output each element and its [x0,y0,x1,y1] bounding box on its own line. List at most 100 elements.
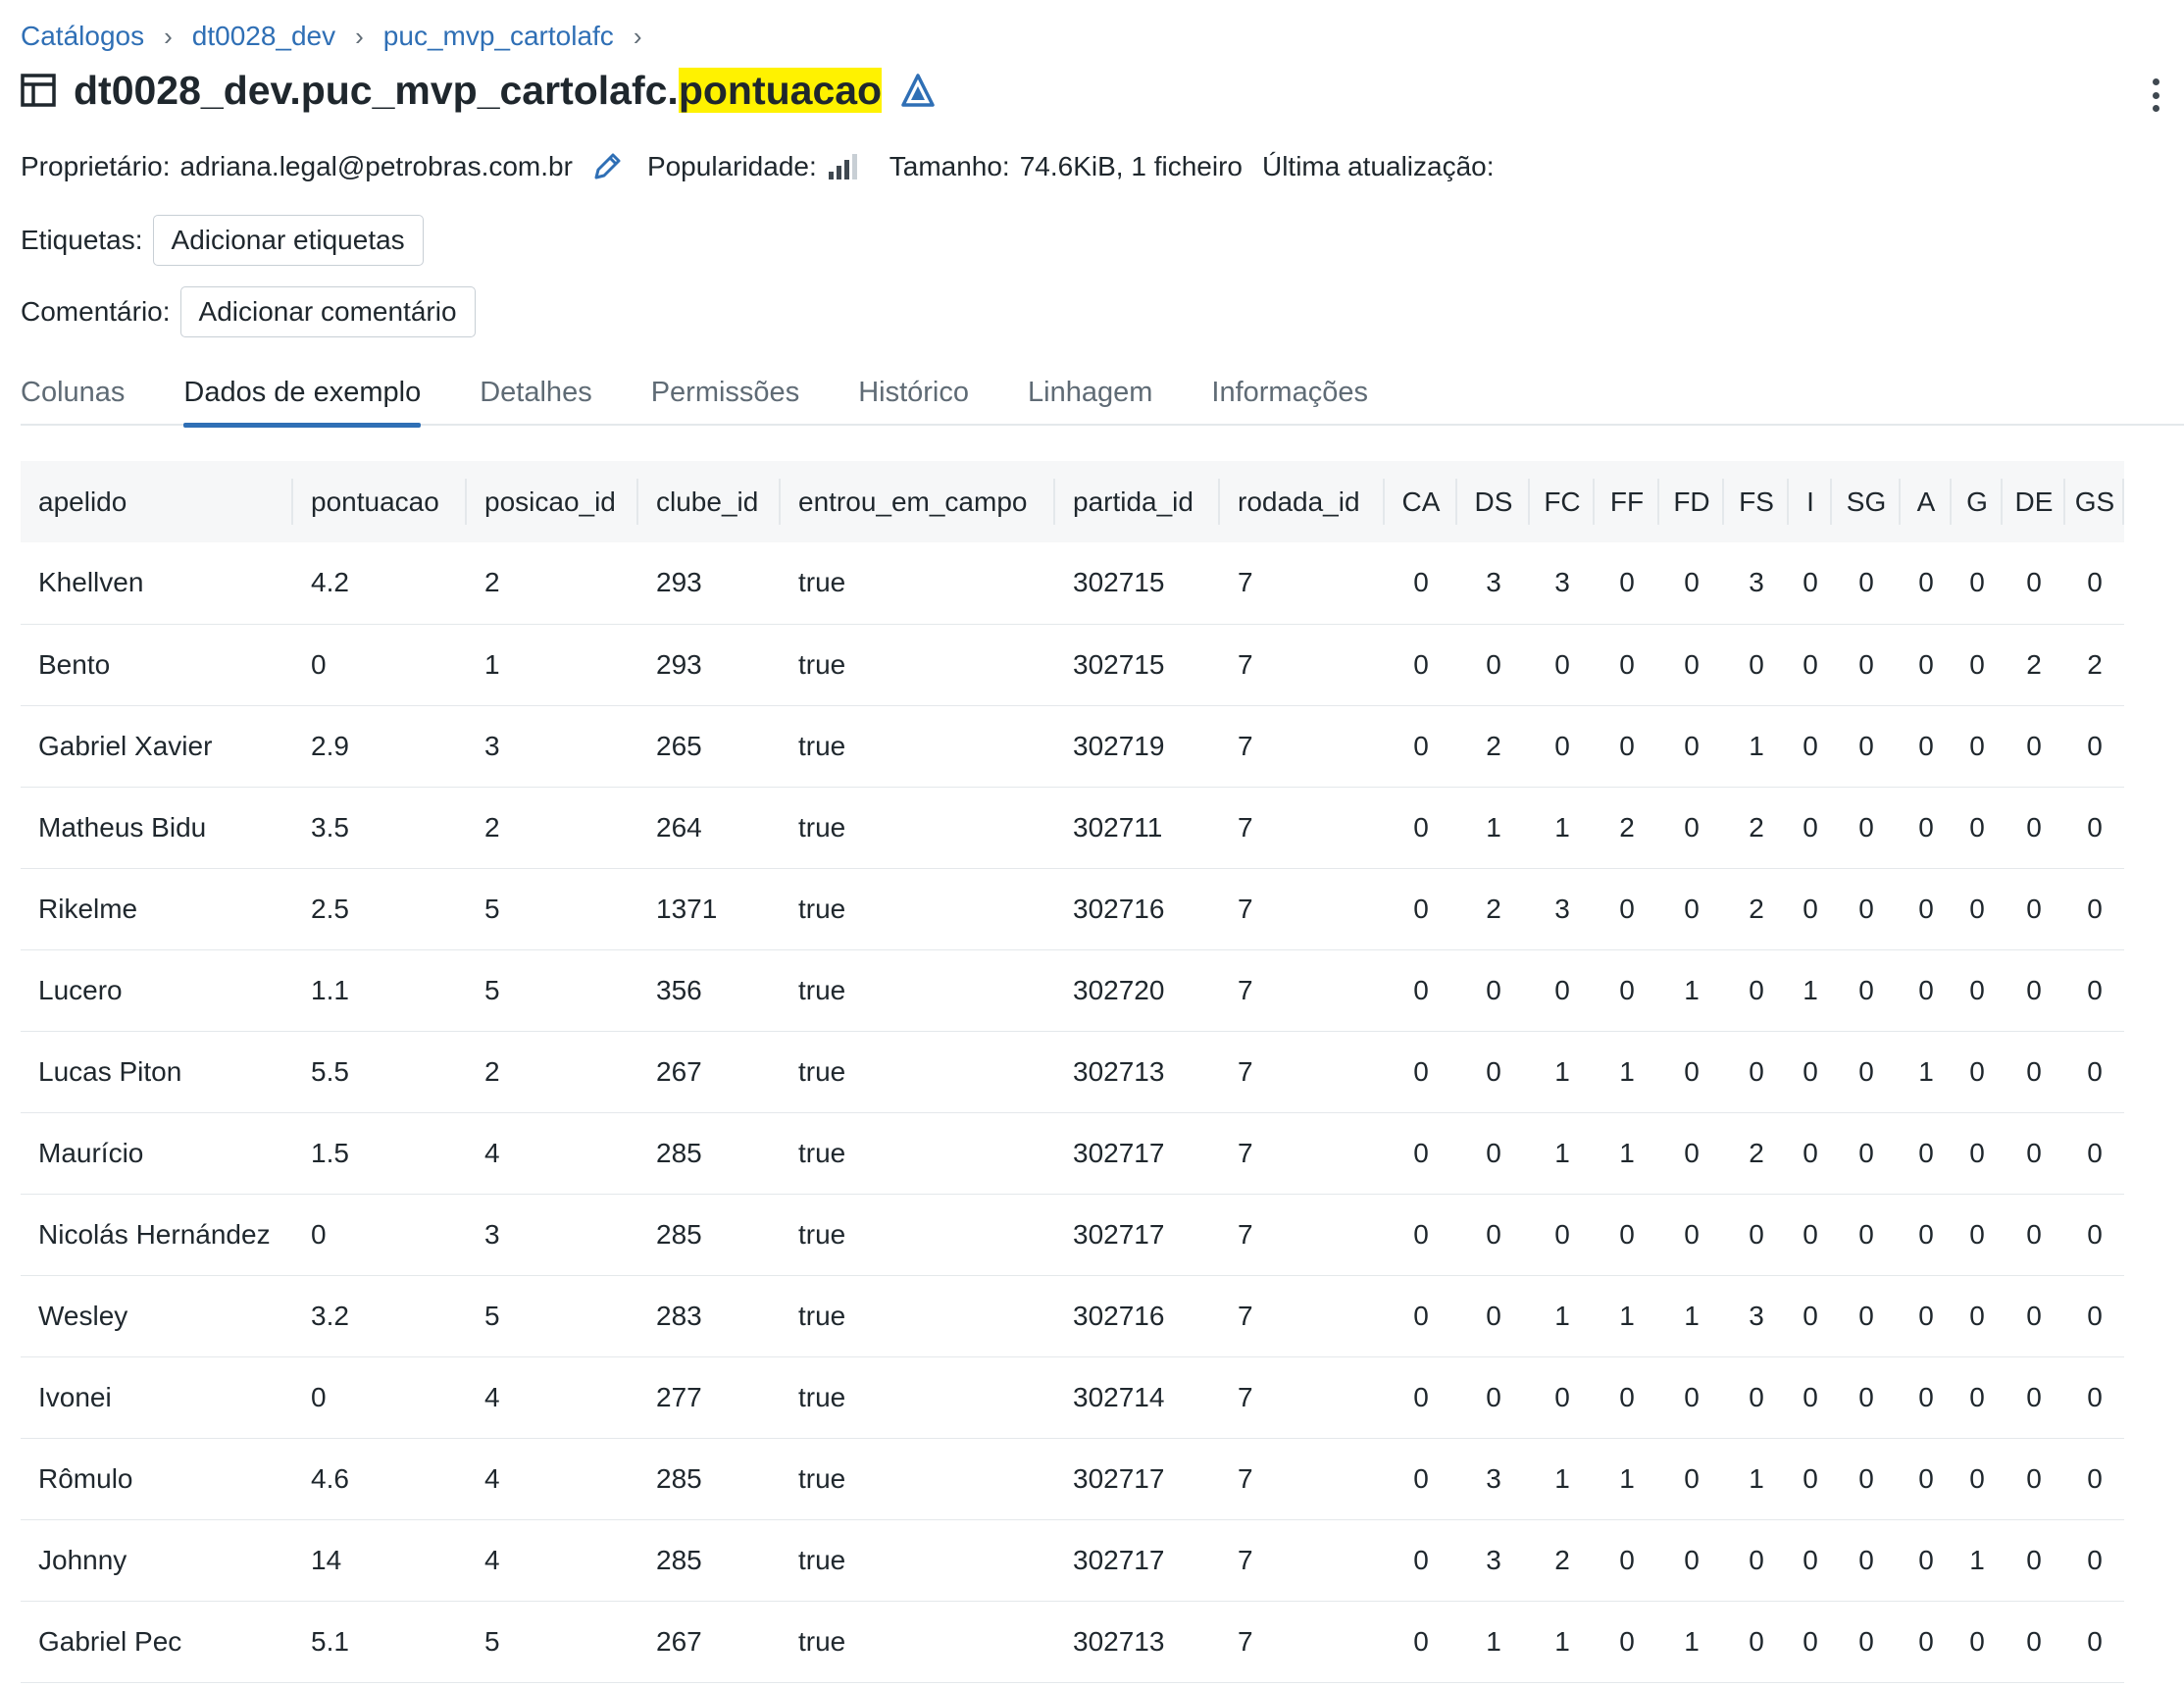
table-cell: 3 [1724,542,1789,625]
table-row[interactable]: Lucero 1.1 5 356 true 302720 7 0 0 0 0 1 0 1 0 0 0 0 0 [21,949,2124,1032]
table-row[interactable]: Johnny 14 4 285 true 302717 7 0 3 2 0 0 0 0 0 0 1 0 0 [21,1519,2124,1602]
table-cell: 0 [1385,1031,1457,1113]
table-cell: 3 [467,1194,638,1276]
table-cell: 1 [1901,1031,1952,1113]
column-header[interactable]: partida_id [1055,461,1220,542]
column-header[interactable]: apelido [21,461,293,542]
column-header[interactable]: clube_id [638,461,781,542]
tab-lineage[interactable]: Linhagem [1028,365,1152,426]
tab-insights[interactable]: Informações [1211,365,1368,426]
column-header[interactable]: FS [1724,461,1789,542]
table-cell: 1 [1457,1601,1530,1683]
tab-history[interactable]: Histórico [858,365,969,426]
table-cell: 7 [1220,542,1385,625]
table-cell: 0 [1789,1601,1832,1683]
table-cell: Rikelme [21,868,293,950]
edit-owner-pencil-icon[interactable] [590,150,624,183]
table-row[interactable]: Rômulo 4.6 4 285 true 302717 7 0 3 1 1 0 1 0 0 0 0 0 0 [21,1438,2124,1520]
table-cell: 0 [1832,1438,1901,1520]
table-cell: 4 [467,1438,638,1520]
sample-data-grid[interactable]: apelido pontuacao posicao_id clube_id entrou… [21,461,2184,1687]
ai-assistant-icon[interactable] [899,72,937,109]
table-cell: 285 [638,1519,781,1602]
column-header[interactable]: A [1901,461,1952,542]
column-header[interactable]: DS [1457,461,1530,542]
column-header[interactable]: DE [2003,461,2065,542]
table-cell: 0 [1385,1112,1457,1195]
column-header[interactable]: G [1952,461,2003,542]
table-cell: 4.2 [293,542,467,625]
column-header[interactable]: FD [1659,461,1724,542]
table-cell: 0 [2065,949,2124,1032]
add-tags-button[interactable]: Adicionar etiquetas [152,215,424,266]
table-cell: 302711 [1055,787,1220,869]
table-cell: 0 [1789,1438,1832,1520]
column-header[interactable]: SG [1832,461,1901,542]
table-cell: 0 [1530,624,1595,706]
tab-columns[interactable]: Colunas [21,365,125,426]
breadcrumb-link-catalog[interactable]: dt0028_dev [192,21,335,52]
table-row[interactable]: Nicolás Hernández 0 3 285 true 302717 7 0 0 0 0 0 0 0… [21,1194,2124,1276]
table-cell: 3 [1457,1519,1530,1602]
comment-label: Comentário: [21,296,171,327]
table-cell: 0 [293,624,467,706]
table-cell: 0 [1659,1356,1724,1439]
table-cell: 0 [1952,1112,2003,1195]
more-options-icon[interactable] [2141,77,2170,114]
table-cell: 0 [1952,1275,2003,1357]
table-cell: 0 [1901,949,1952,1032]
table-cell: true [781,949,1055,1032]
table-cell: 1 [1530,1031,1595,1113]
column-header[interactable]: pontuacao [293,461,467,542]
comment-row: Comentário: Adicionar comentário [21,286,476,337]
column-header[interactable]: FF [1595,461,1659,542]
table-cell: 0 [1659,1112,1724,1195]
table-row[interactable]: Maurício 1.5 4 285 true 302717 7 0 0 1 1 0 2 0 0 0 0 0 0 [21,1112,2124,1195]
table-cell: true [781,1112,1055,1195]
table-cell: 0 [1901,1438,1952,1520]
table-row[interactable]: Matheus Bidu 3.5 2 264 true 302711 7 0 1 1 2 0 2 0 0 0 0… [21,787,2124,869]
table-cell: 0 [1901,1356,1952,1439]
table-cell: 0 [1457,1275,1530,1357]
column-header[interactable]: rodada_id [1220,461,1385,542]
table-cell: 0 [1595,949,1659,1032]
table-cell: 0 [1901,624,1952,706]
table-cell: 0 [1457,1194,1530,1276]
table-row[interactable]: Rikelme 2.5 5 1371 true 302716 7 0 2 3 0 0 2 0 0 0 0 0 0 [21,868,2124,950]
table-cell: 0 [2003,868,2065,950]
table-row[interactable]: Khellven 4.2 2 293 true 302715 7 0 3 3 0 0 3 0 0 0 0 0 0 [21,542,2124,625]
table-cell: 5 [467,1275,638,1357]
table-cell: 0 [1724,1194,1789,1276]
table-cell: 0 [2003,705,2065,788]
column-header[interactable]: FC [1530,461,1595,542]
table-row[interactable]: Gabriel Pec 5.1 5 267 true 302713 7 0 1 1 0 1 0 0 0 0 0 0… [21,1601,2124,1683]
column-header[interactable]: entrou_em_campo [781,461,1055,542]
table-cell: 0 [1385,868,1457,950]
tab-details[interactable]: Detalhes [480,365,591,426]
table-row[interactable]: Lucas Piton 5.5 2 267 true 302713 7 0 0 1 1 0 0 0 0 1 0 0… [21,1031,2124,1113]
table-row[interactable]: Wesley 3.2 5 283 true 302716 7 0 0 1 1 1 3 0 0 0 0 0 0 [21,1275,2124,1357]
column-header[interactable]: GS [2065,461,2124,542]
column-header[interactable]: I [1789,461,1832,542]
column-header[interactable]: CA [1385,461,1457,542]
add-comment-button[interactable]: Adicionar comentário [179,286,476,337]
table-cell: 1 [1595,1438,1659,1520]
tab-permissions[interactable]: Permissões [651,365,800,426]
table-row[interactable]: Gabriel Xavier 2.9 3 265 true 302719 7 0 2 0 0 0 1 0 0… [21,705,2124,788]
breadcrumb-link-catalogs[interactable]: Catálogos [21,21,144,52]
table-cell: 0 [2065,1519,2124,1602]
column-header[interactable]: posicao_id [467,461,638,542]
table-row[interactable]: Bento 0 1 293 true 302715 7 0 0 0 0 0 0 0 0 0 0 2 2 [21,624,2124,706]
table-cell: 3.5 [293,787,467,869]
table-cell: 7 [1220,1438,1385,1520]
table-row[interactable]: Ivonei 0 4 277 true 302714 7 0 0 0 0 0 0 0 0 0 0 0 0 [21,1356,2124,1439]
table-cell: 0 [2065,1275,2124,1357]
table-cell: 0 [2065,1031,2124,1113]
breadcrumb-link-schema[interactable]: puc_mvp_cartolafc [383,21,614,52]
tab-sample-data[interactable]: Dados de exemplo [183,365,421,428]
table-cell: 0 [1457,1031,1530,1113]
table-cell: 0 [1952,787,2003,869]
table-cell: 0 [1659,787,1724,869]
table-cell: 1 [1595,1112,1659,1195]
table-cell: 0 [1724,1356,1789,1439]
